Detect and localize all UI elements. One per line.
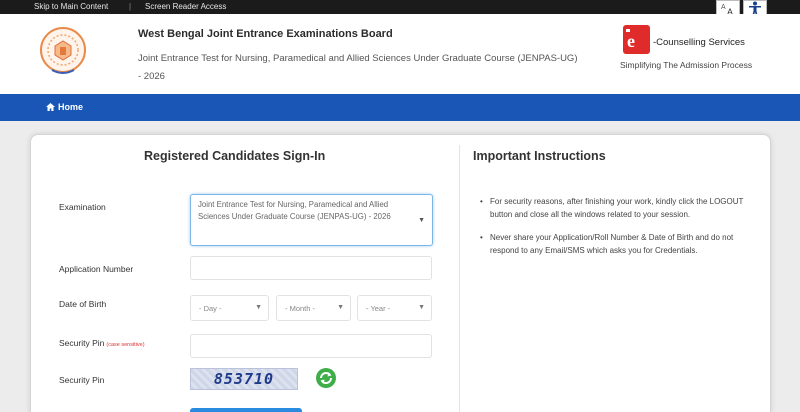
dropdown-caret-icon: ▼ bbox=[418, 217, 425, 224]
screen-reader-access-link[interactable]: Screen Reader Access bbox=[145, 2, 226, 11]
instructions-list: For security reasons, after finishing yo… bbox=[478, 195, 764, 267]
instruction-item: Never share your Application/Roll Number… bbox=[478, 231, 764, 257]
captcha-label: Security Pin bbox=[59, 375, 105, 385]
dob-month-select[interactable]: - Month - ▼ bbox=[276, 295, 351, 321]
home-icon bbox=[46, 103, 55, 111]
dob-year-select[interactable]: - Year - ▼ bbox=[357, 295, 432, 321]
sign-in-title: Registered Candidates Sign-In bbox=[144, 149, 326, 163]
dropdown-caret-icon: ▼ bbox=[255, 304, 262, 311]
instruction-item: For security reasons, after finishing yo… bbox=[478, 195, 764, 221]
dob-year-placeholder: - Year - bbox=[366, 304, 391, 313]
captcha-image: 853710 bbox=[190, 368, 298, 390]
dob-day-placeholder: - Day - bbox=[199, 304, 222, 313]
main-nav-bar: Home bbox=[0, 94, 800, 121]
svg-text:e: e bbox=[627, 31, 635, 51]
column-divider bbox=[459, 145, 460, 412]
refresh-captcha-icon[interactable] bbox=[315, 367, 337, 389]
svg-text:A: A bbox=[721, 4, 726, 11]
case-sensitive-note: (case sensitive) bbox=[106, 342, 145, 348]
board-title: West Bengal Joint Entrance Examinations … bbox=[138, 28, 393, 40]
application-number-label: Application Number bbox=[59, 264, 134, 274]
security-pin-label-text: Security Pin bbox=[59, 338, 105, 348]
application-number-input[interactable] bbox=[190, 256, 432, 280]
nav-home-label: Home bbox=[58, 102, 84, 112]
counselling-tagline: Simplifying The Admission Process bbox=[620, 60, 753, 70]
examination-select[interactable]: Joint Entrance Test for Nursing, Paramed… bbox=[190, 194, 433, 246]
instructions-title: Important Instructions bbox=[473, 149, 606, 163]
examination-label: Examination bbox=[59, 202, 106, 212]
wbjeeb-emblem-icon bbox=[40, 27, 86, 74]
dropdown-caret-icon: ▼ bbox=[418, 304, 425, 311]
sign-in-card: Registered Candidates Sign-In Examinatio… bbox=[30, 134, 771, 412]
date-of-birth-label: Date of Birth bbox=[59, 299, 107, 309]
examination-selected-value: Joint Entrance Test for Nursing, Paramed… bbox=[198, 200, 391, 221]
topbar-separator: | bbox=[129, 2, 132, 11]
dropdown-caret-icon: ▼ bbox=[337, 304, 344, 311]
dob-month-placeholder: - Month - bbox=[285, 304, 316, 313]
nav-home-link[interactable]: Home bbox=[46, 102, 83, 112]
security-pin-input[interactable] bbox=[190, 334, 432, 358]
top-accessibility-bar: Skip to Main Content | Screen Reader Acc… bbox=[0, 0, 800, 18]
dob-day-select[interactable]: - Day - ▼ bbox=[190, 295, 269, 321]
counselling-services-text: -Counselling Services bbox=[653, 37, 745, 48]
skip-to-main-content-link[interactable]: Skip to Main Content bbox=[34, 2, 108, 11]
site-header: West Bengal Joint Entrance Examinations … bbox=[0, 14, 800, 94]
course-subtitle: Joint Entrance Test for Nursing, Paramed… bbox=[138, 53, 578, 82]
sign-in-button[interactable] bbox=[190, 408, 302, 412]
counselling-services-logo-icon: e bbox=[623, 25, 650, 54]
security-pin-label: Security Pin (case sensitive) bbox=[59, 338, 145, 348]
